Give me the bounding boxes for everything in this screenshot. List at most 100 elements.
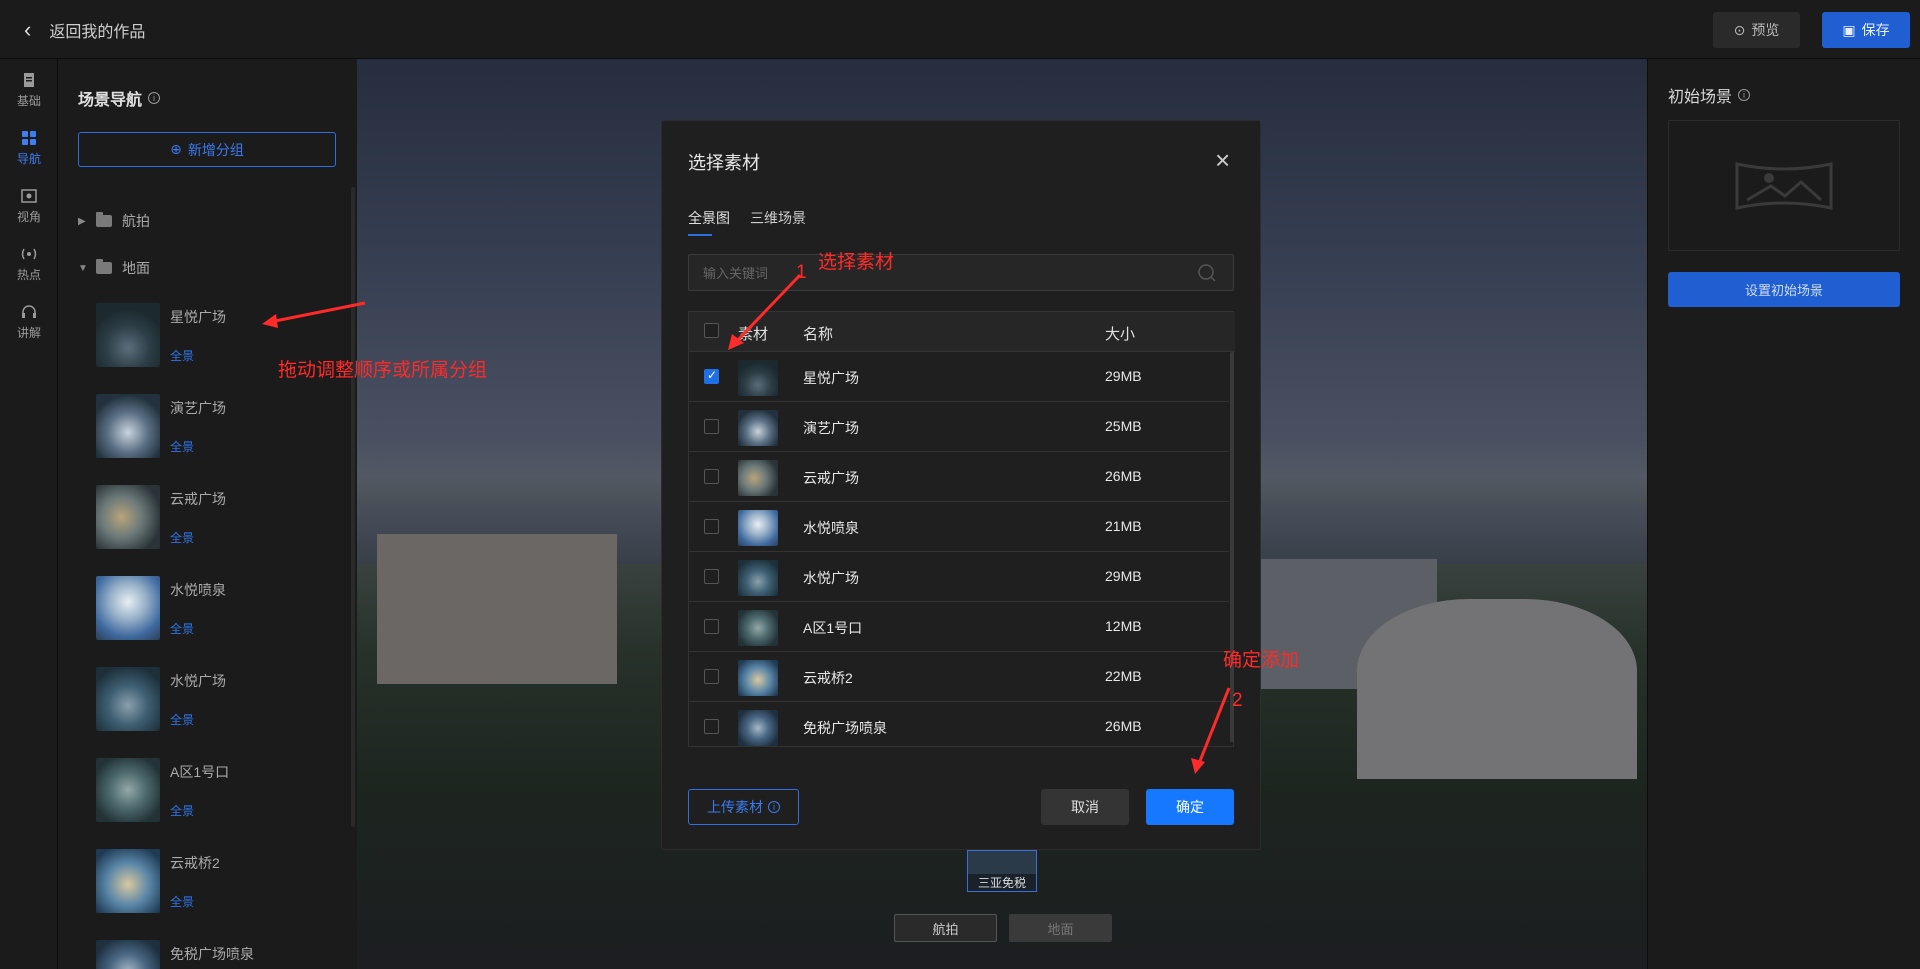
- table-row[interactable]: 免税广场喷泉 26MB: [689, 702, 1229, 752]
- annotation-step-1: 1: [796, 262, 807, 283]
- folder-icon: [96, 259, 112, 274]
- caret-right-icon: ▶: [78, 215, 86, 227]
- confirm-button[interactable]: 确定: [1146, 789, 1234, 825]
- table-row[interactable]: 水悦喷泉 21MB: [689, 502, 1229, 552]
- group-aerial[interactable]: ▶ 航拍: [78, 211, 150, 231]
- image-frame-icon: [21, 189, 37, 203]
- material-thumbnail: [738, 560, 778, 596]
- row-checkbox[interactable]: [704, 419, 719, 434]
- group-ground[interactable]: ▼ 地面: [78, 258, 150, 278]
- table-row[interactable]: A区1号口 12MB: [689, 602, 1229, 652]
- rail-item-narration[interactable]: 讲解: [0, 303, 58, 341]
- row-checkbox[interactable]: [704, 719, 719, 734]
- scene-item[interactable]: 水悦广场 全景: [96, 667, 336, 733]
- top-bar: ‹ 返回我的作品 ⊙ 预览 ▣ 保存: [0, 0, 1920, 59]
- chevron-left-icon: ‹: [24, 17, 32, 42]
- add-group-button[interactable]: ⊕ 新增分组: [78, 132, 336, 167]
- row-checkbox[interactable]: [704, 569, 719, 584]
- material-thumbnail: [738, 510, 778, 546]
- scene-item[interactable]: 云戒桥2 全景: [96, 849, 336, 915]
- row-checkbox[interactable]: [704, 619, 719, 634]
- material-thumbnail: [738, 610, 778, 646]
- scene-item[interactable]: 水悦喷泉 全景: [96, 576, 336, 642]
- rail-label: 讲解: [16, 326, 41, 340]
- column-size: 大小: [1105, 326, 1136, 343]
- preview-button[interactable]: ⊙ 预览: [1713, 12, 1800, 48]
- table-row[interactable]: 云戒广场 26MB: [689, 452, 1229, 502]
- scene-thumbnail: [96, 576, 160, 640]
- scene-item[interactable]: A区1号口 全景: [96, 758, 336, 824]
- scene-name: 水悦喷泉: [170, 582, 226, 598]
- rail-label: 热点: [16, 268, 41, 282]
- scene-thumbnail: [96, 667, 160, 731]
- row-checkbox[interactable]: [704, 469, 719, 484]
- search-icon[interactable]: [1197, 263, 1217, 283]
- back-button[interactable]: ‹ 返回我的作品: [24, 18, 145, 42]
- material-name: 水悦喷泉: [803, 520, 859, 536]
- column-material: 素材: [738, 326, 769, 343]
- material-thumbnail: [738, 710, 778, 746]
- material-name: 免税广场喷泉: [803, 720, 887, 736]
- sidebar-scrollbar[interactable]: [351, 187, 355, 827]
- panel-title: 初始场景 i: [1668, 83, 1751, 107]
- scene-thumbnail: [96, 940, 160, 969]
- scene-name: 云戒广场: [170, 491, 226, 507]
- select-all-checkbox[interactable]: [704, 323, 719, 338]
- folder-icon: [96, 212, 112, 227]
- rail-item-hotspot[interactable]: 热点: [0, 245, 58, 283]
- viewer-group-tabs: 航拍 地面: [894, 914, 1112, 942]
- cancel-button[interactable]: 取消: [1041, 789, 1129, 825]
- initial-scene-placeholder[interactable]: [1668, 120, 1900, 251]
- annotation-step-2: 2: [1232, 690, 1243, 711]
- preview-label: 预览: [1751, 22, 1780, 38]
- rail-label: 基础: [16, 94, 41, 108]
- rail-item-basic[interactable]: 基础: [0, 71, 58, 109]
- scene-thumbnail: [96, 758, 160, 822]
- upload-material-button[interactable]: 上传素材 i: [688, 789, 799, 825]
- scene-tag: 全景: [170, 622, 195, 636]
- search-input[interactable]: [703, 263, 1173, 283]
- row-checkbox[interactable]: [704, 368, 719, 384]
- table-scrollbar[interactable]: [1230, 352, 1234, 742]
- tab-aerial[interactable]: 航拍: [894, 914, 997, 942]
- scene-thumbnail: [96, 394, 160, 458]
- rail-label: 导航: [16, 152, 41, 166]
- scene-tag: 全景: [170, 440, 195, 454]
- table-row[interactable]: 云戒桥2 22MB: [689, 652, 1229, 702]
- tab-ground[interactable]: 地面: [1009, 914, 1112, 942]
- table-row[interactable]: 水悦广场 29MB: [689, 552, 1229, 602]
- panel-title-text: 场景导航: [78, 92, 143, 109]
- scene-item[interactable]: 演艺广场 全景: [96, 394, 336, 460]
- info-icon[interactable]: i: [148, 92, 161, 104]
- material-name: 云戒桥2: [803, 670, 853, 686]
- tab-3d-scene[interactable]: 三维场景: [750, 208, 806, 228]
- info-icon[interactable]: i: [1738, 89, 1751, 101]
- scene-name: 水悦广场: [170, 673, 226, 689]
- column-name: 名称: [803, 326, 834, 343]
- rail-item-view[interactable]: 视角: [0, 187, 58, 225]
- rail-item-nav[interactable]: 导航: [0, 129, 58, 167]
- save-button[interactable]: ▣ 保存: [1822, 12, 1910, 48]
- save-label: 保存: [1861, 22, 1890, 38]
- row-checkbox[interactable]: [704, 669, 719, 684]
- material-name: A区1号口: [803, 620, 863, 636]
- scene-tag: 全景: [170, 895, 195, 909]
- set-initial-scene-button[interactable]: 设置初始场景: [1668, 272, 1900, 307]
- row-checkbox[interactable]: [704, 519, 719, 534]
- table-row[interactable]: 星悦广场 29MB: [689, 352, 1229, 402]
- dialog-title: 选择素材: [688, 153, 760, 173]
- table-row[interactable]: 演艺广场 25MB: [689, 402, 1229, 452]
- mini-label: 三亚免税: [968, 874, 1036, 891]
- add-group-label: 新增分组: [187, 141, 244, 158]
- scene-mini-thumbnail[interactable]: 三亚免税: [967, 850, 1037, 892]
- scene-item[interactable]: 免税广场喷泉: [96, 940, 336, 969]
- group-label: 航拍: [122, 213, 150, 229]
- tab-panorama[interactable]: 全景图: [688, 208, 730, 236]
- panorama-image-icon: [1735, 161, 1833, 210]
- upload-label: 上传素材: [707, 799, 763, 815]
- material-thumbnail: [738, 360, 778, 396]
- scene-item[interactable]: 云戒广场 全景: [96, 485, 336, 551]
- panel-title-text: 初始场景: [1668, 89, 1733, 106]
- rail-label: 视角: [16, 210, 41, 224]
- close-icon[interactable]: ×: [1215, 147, 1230, 173]
